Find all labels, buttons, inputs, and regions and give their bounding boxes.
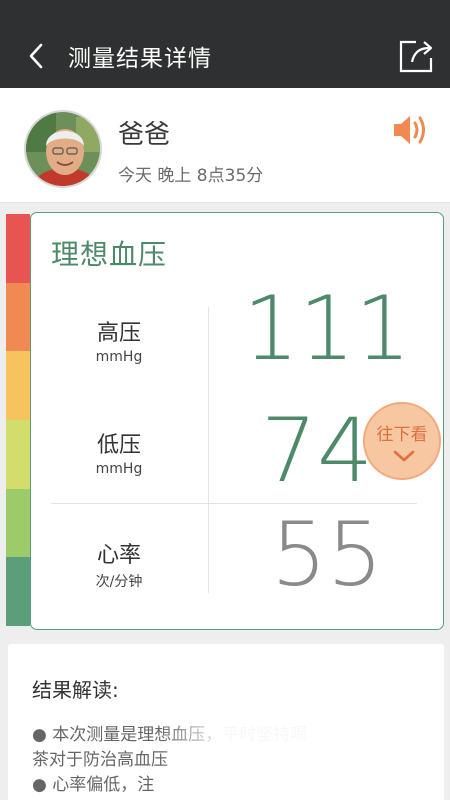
heart-rate-label: 心率 次/分钟 xyxy=(95,543,143,590)
title-bar: 测量结果详情 xyxy=(0,24,450,88)
systolic-label: 高压 mmHg xyxy=(95,321,143,365)
scale-segment xyxy=(6,214,30,283)
scale-segment xyxy=(6,351,30,421)
scale-segment xyxy=(6,557,30,627)
scale-segment xyxy=(6,420,30,489)
systolic-value: 111 xyxy=(243,277,411,380)
result-line: 茶对于防治高血压 xyxy=(32,750,168,770)
scroll-hint-label: 往下看 xyxy=(376,425,428,445)
bp-level-scale xyxy=(6,214,30,627)
avatar[interactable] xyxy=(24,110,102,188)
user-name: 爸爸 xyxy=(118,120,171,150)
scroll-down-hint-button[interactable]: 往下看 xyxy=(363,402,441,480)
scale-segment xyxy=(6,282,30,352)
measurement-time: 今天 晚上 8点35分 xyxy=(118,166,264,186)
result-heading: 结果解读: xyxy=(32,678,119,702)
result-line: ● 心率偏低，注 xyxy=(32,775,155,795)
share-button[interactable] xyxy=(398,38,436,74)
speaker-icon xyxy=(394,116,425,144)
scale-segment xyxy=(6,488,30,558)
share-icon xyxy=(399,40,433,73)
page-title: 测量结果详情 xyxy=(68,46,212,72)
user-profile: 爸爸 今天 晚上 8点35分 xyxy=(0,88,450,203)
chevron-down-icon xyxy=(393,450,415,462)
heart-rate-value: 55 xyxy=(271,503,383,606)
status-bar xyxy=(0,0,450,24)
back-button[interactable] xyxy=(22,42,50,70)
speaker-button[interactable] xyxy=(392,110,432,150)
chevron-left-icon xyxy=(29,43,43,69)
bp-level-title: 理想血压 xyxy=(51,238,168,271)
loading-fade-overlay xyxy=(160,716,420,800)
diastolic-label: 低压 mmHg xyxy=(95,433,143,477)
